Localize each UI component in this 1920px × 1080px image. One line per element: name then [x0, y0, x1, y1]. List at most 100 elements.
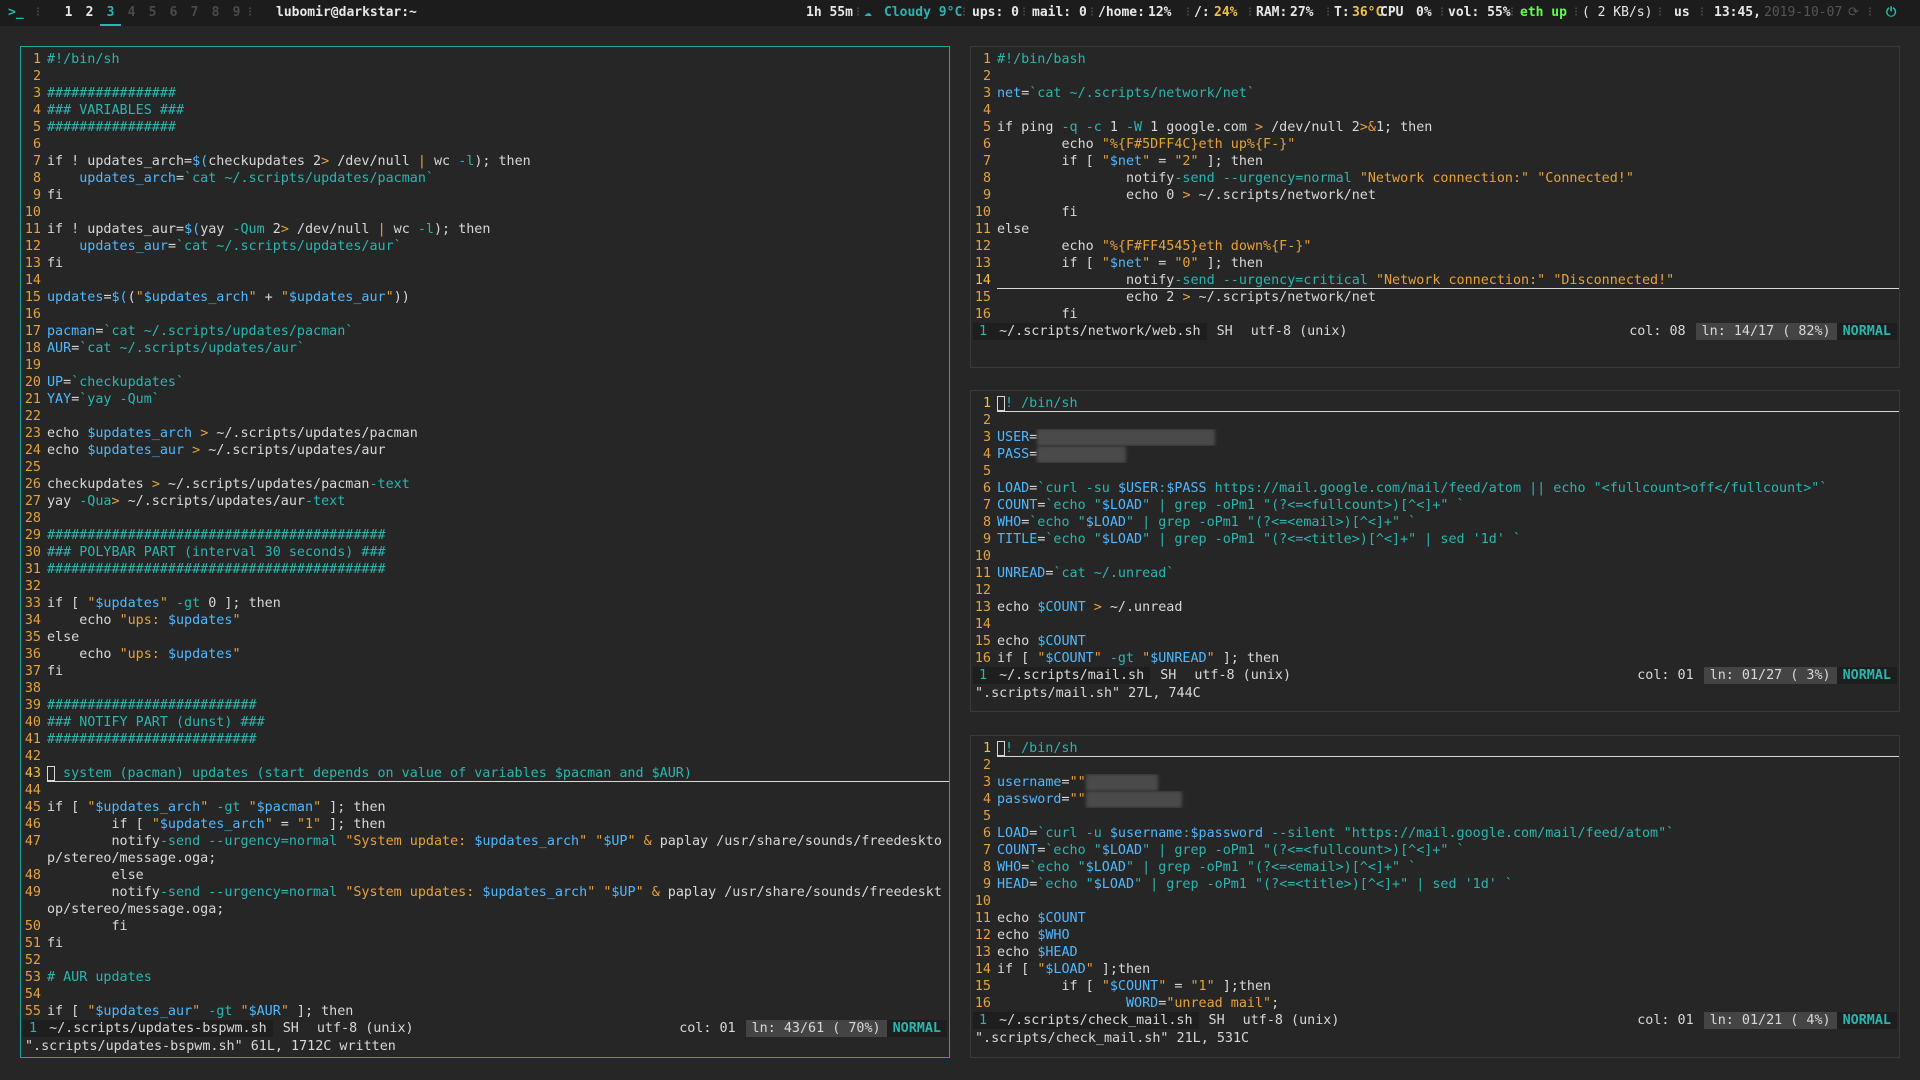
code-line[interactable]: 4	[971, 102, 1899, 119]
code-line[interactable]: 3 username=""xxxxxxxxx	[971, 774, 1899, 791]
workspace-6[interactable]: 6	[163, 0, 184, 26]
code-line[interactable]: 6 LOAD=`curl -su $USER:$PASS https://mail…	[971, 480, 1899, 497]
code-line[interactable]: 17 pacman=`cat ~/.scripts/updates/pacman`	[21, 323, 949, 340]
code-line[interactable]: 3 ################	[21, 85, 949, 102]
workspace-2[interactable]: 2	[79, 0, 100, 26]
code-line[interactable]: 6 echo "%{F#5DFF4C}eth up%{F-}"	[971, 136, 1899, 153]
code-line[interactable]: 38	[21, 680, 949, 697]
code-line[interactable]: 20 UP=`checkupdates`	[21, 374, 949, 391]
code-line[interactable]: 33 if [ "$updates" -gt 0 ]; then	[21, 595, 949, 612]
code-line[interactable]: 54	[21, 986, 949, 1003]
code-line[interactable]: 15 updates=$(("$updates_arch" + "$updates…	[21, 289, 949, 306]
code-line[interactable]: 9 echo 0 > ~/.scripts/network/net	[971, 187, 1899, 204]
code-line[interactable]: 2	[971, 412, 1899, 429]
workspace-4[interactable]: 4	[121, 0, 142, 26]
code-line[interactable]: 5 if ping -q -c 1 -W 1 google.com > /dev/…	[971, 119, 1899, 136]
code-line[interactable]: 46 if [ "$updates_arch" = "1" ]; then	[21, 816, 949, 833]
code-line[interactable]: 1 #!/bin/sh	[21, 51, 949, 68]
code-line[interactable]: 5	[971, 463, 1899, 480]
code-line[interactable]: 41 ##########################	[21, 731, 949, 748]
workspace-8[interactable]: 8	[205, 0, 226, 26]
code-line[interactable]: 3 USER=xxxxxxxxxxxxxxxxxxxxxx	[971, 429, 1899, 446]
code-line[interactable]: 47 notify-send --urgency=normal "System …	[21, 833, 949, 867]
code-line[interactable]: 7 if [ "$net" = "2" ]; then	[971, 153, 1899, 170]
code-line[interactable]: 12 echo $WHO	[971, 927, 1899, 944]
code-line[interactable]: 36 echo "ups: $updates"	[21, 646, 949, 663]
code-line[interactable]: 42	[21, 748, 949, 765]
code-line[interactable]: 12	[971, 582, 1899, 599]
code-line[interactable]: 7 COUNT=`echo "$LOAD" | grep -oPm1 "(?<=<…	[971, 842, 1899, 859]
code-line[interactable]: 15 echo 2 > ~/.scripts/network/net	[971, 289, 1899, 306]
refresh-icon[interactable]: ⟳	[1848, 0, 1859, 26]
code-line[interactable]: 4 PASS=xxxxxxxxxxx	[971, 446, 1899, 463]
code-line[interactable]: 51 fi	[21, 935, 949, 952]
code-line[interactable]: 5 ################	[21, 119, 949, 136]
code-buffer[interactable]: 1 ! /bin/sh 2 3 username=""xxxxxxxxx 4 passwor…	[971, 740, 1899, 1012]
code-line[interactable]: 2	[971, 68, 1899, 85]
workspace-9[interactable]: 9	[226, 0, 247, 26]
code-line[interactable]: 7 COUNT=`echo "$LOAD" | grep -oPm1 "(?<=<…	[971, 497, 1899, 514]
code-line[interactable]: 6	[21, 136, 949, 153]
code-line[interactable]: 14	[21, 272, 949, 289]
code-line[interactable]: 16 if [ "$COUNT" -gt "$UNREAD" ]; then	[971, 650, 1899, 667]
code-line[interactable]: 1 ! /bin/sh	[971, 740, 1899, 757]
workspace-1[interactable]: 1	[58, 0, 79, 26]
code-line[interactable]: 15 echo $COUNT	[971, 633, 1899, 650]
code-line[interactable]: 26 checkupdates > ~/.scripts/updates/pacm…	[21, 476, 949, 493]
code-line[interactable]: 9 HEAD=`echo "$LOAD" | grep -oPm1 "(?<=<t…	[971, 876, 1899, 893]
code-line[interactable]: 23 echo $updates_arch > ~/.scripts/update…	[21, 425, 949, 442]
code-line[interactable]: 28	[21, 510, 949, 527]
code-line[interactable]: 18 AUR=`cat ~/.scripts/updates/aur`	[21, 340, 949, 357]
code-line[interactable]: 4 ### VARIABLES ###	[21, 102, 949, 119]
code-line[interactable]: 48 else	[21, 867, 949, 884]
code-line[interactable]: 35 else	[21, 629, 949, 646]
code-line[interactable]: 13 echo $HEAD	[971, 944, 1899, 961]
code-buffer[interactable]: 1 #!/bin/sh 2 3 ################ 4 ### VARIABL…	[21, 51, 949, 1020]
code-line[interactable]: 14 if [ "$LOAD" ];then	[971, 961, 1899, 978]
code-line[interactable]: 10	[971, 893, 1899, 910]
code-line[interactable]: 13 echo $COUNT > ~/.unread	[971, 599, 1899, 616]
volume[interactable]: vol: 55%	[1448, 0, 1511, 26]
code-line[interactable]: 53 # AUR updates	[21, 969, 949, 986]
code-line[interactable]: 37 fi	[21, 663, 949, 680]
workspace-3[interactable]: 3	[100, 2, 121, 26]
code-line[interactable]: 1 #!/bin/bash	[971, 51, 1899, 68]
code-line[interactable]: 10 fi	[971, 204, 1899, 221]
vim-window-updates[interactable]: 1 #!/bin/sh 2 3 ################ 4 ### VARIABL…	[20, 46, 950, 1058]
code-line[interactable]: 11 echo $COUNT	[971, 910, 1899, 927]
code-line[interactable]: 43 system (pacman) updates (start depend…	[21, 765, 949, 782]
code-line[interactable]: 40 ### NOTIFY PART (dunst) ###	[21, 714, 949, 731]
code-line[interactable]: 45 if [ "$updates_arch" -gt "$pacman" ]; …	[21, 799, 949, 816]
vim-window-web[interactable]: 1 #!/bin/bash 2 3 net=`cat ~/.scripts/networ…	[970, 46, 1900, 368]
code-line[interactable]: 5	[971, 808, 1899, 825]
code-line[interactable]: 27 yay -Qua> ~/.scripts/updates/aur-text	[21, 493, 949, 510]
updates-count[interactable]: ups: 0	[972, 0, 1019, 26]
power-icon[interactable]: ⏻	[1886, 0, 1896, 26]
code-line[interactable]: 10	[971, 548, 1899, 565]
code-line[interactable]: 34 echo "ups: $updates"	[21, 612, 949, 629]
workspace-7[interactable]: 7	[184, 0, 205, 26]
code-line[interactable]: 6 LOAD=`curl -u $username:$password --sil…	[971, 825, 1899, 842]
code-line[interactable]: 31 ######################################…	[21, 561, 949, 578]
code-line[interactable]: 12 echo "%{F#FF4545}eth down%{F-}"	[971, 238, 1899, 255]
code-line[interactable]: 24 echo $updates_aur > ~/.scripts/updates…	[21, 442, 949, 459]
code-line[interactable]: 11 if ! updates_aur=$(yay -Qum 2> /dev/nu…	[21, 221, 949, 238]
code-line[interactable]: 7 if ! updates_arch=$(checkupdates 2> /de…	[21, 153, 949, 170]
code-line[interactable]: 9 TITLE=`echo "$LOAD" | grep -oPm1 "(?<=<…	[971, 531, 1899, 548]
launcher-icon[interactable]: >_	[8, 0, 24, 26]
code-line[interactable]: 12 updates_aur=`cat ~/.scripts/updates/a…	[21, 238, 949, 255]
code-line[interactable]: 14 notify-send --urgency=critical "Netwo…	[971, 272, 1899, 289]
code-line[interactable]: 21 YAY=`yay -Qum`	[21, 391, 949, 408]
code-buffer[interactable]: 1 #!/bin/bash 2 3 net=`cat ~/.scripts/networ…	[971, 51, 1899, 323]
code-line[interactable]: 52	[21, 952, 949, 969]
code-line[interactable]: 29 ######################################…	[21, 527, 949, 544]
code-line[interactable]: 30 ### POLYBAR PART (interval 30 seconds)…	[21, 544, 949, 561]
code-line[interactable]: 8 WHO=`echo "$LOAD" | grep -oPm1 "(?<=<em…	[971, 859, 1899, 876]
mail-count[interactable]: mail: 0	[1032, 0, 1087, 26]
code-line[interactable]: 19	[21, 357, 949, 374]
code-line[interactable]: 8 notify-send --urgency=normal "Network …	[971, 170, 1899, 187]
code-line[interactable]: 16 fi	[971, 306, 1899, 323]
code-line[interactable]: 25	[21, 459, 949, 476]
code-line[interactable]: 39 ##########################	[21, 697, 949, 714]
code-line[interactable]: 4 password=""xxxxxxxxxxxx	[971, 791, 1899, 808]
